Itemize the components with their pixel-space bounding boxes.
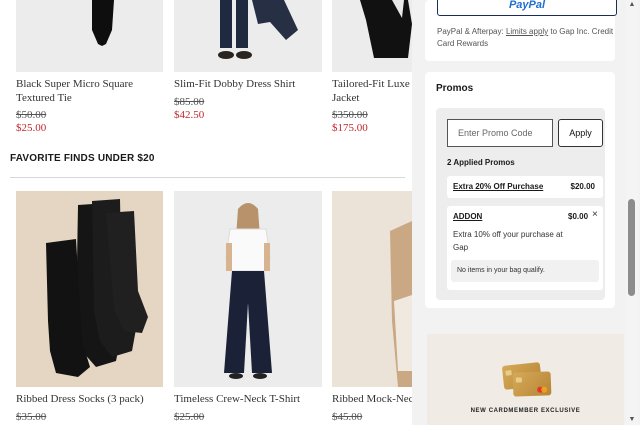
product-image-socks[interactable]: [16, 191, 163, 387]
original-price: $45.00: [332, 411, 363, 423]
product-image-jacket[interactable]: [332, 0, 412, 72]
close-icon[interactable]: ×: [592, 210, 598, 220]
promo-name-link[interactable]: Extra 20% Off Purchase: [453, 182, 543, 191]
credit-card-icon: [512, 371, 552, 397]
note-prefix: PayPal & Afterpay:: [437, 27, 506, 36]
order-summary-panel: PayPal PayPal & Afterpay: Limits apply t…: [412, 0, 640, 425]
scrollbar-thumb[interactable]: [628, 199, 635, 296]
product-name[interactable]: Slim-Fit Dobby Dress Shirt: [174, 77, 322, 91]
vertical-scrollbar[interactable]: ▲ ▼: [626, 0, 638, 425]
cardmember-banner[interactable]: NEW CARDMEMBER EXCLUSIVE: [427, 334, 624, 425]
original-price: $85.00: [174, 96, 205, 108]
paypal-button[interactable]: PayPal: [437, 0, 617, 16]
sale-price: $42.50: [174, 109, 205, 121]
product-image-mock-neck[interactable]: [332, 191, 412, 387]
product-name[interactable]: Timeless Crew-Neck T-Shirt: [174, 392, 322, 406]
limits-apply-link[interactable]: Limits apply: [506, 27, 548, 36]
promos-title: Promos: [436, 83, 474, 94]
product-name[interactable]: Black Super Micro Square Textured Tie: [16, 77, 156, 105]
socks-image: [46, 199, 148, 377]
promo-code-input[interactable]: Enter Promo Code: [447, 119, 553, 147]
payment-options-card: PayPal PayPal & Afterpay: Limits apply t…: [425, 0, 617, 61]
model-trousers-image: [218, 0, 298, 59]
promos-card: Promos Enter Promo Code Apply 2 Applied …: [425, 72, 615, 308]
applied-promos-title: 2 Applied Promos: [447, 158, 515, 167]
scroll-down-icon[interactable]: ▼: [627, 416, 637, 423]
promo-amount: $20.00: [570, 182, 595, 191]
section-title: FAVORITE FINDS UNDER $20: [10, 153, 155, 164]
paypal-afterpay-note: PayPal & Afterpay: Limits apply to Gap I…: [437, 26, 617, 50]
scroll-up-icon[interactable]: ▲: [627, 1, 637, 8]
product-name[interactable]: Ribbed Dress Socks (3 pack): [16, 392, 163, 406]
section-divider: [10, 177, 405, 178]
cardmember-text: NEW CARDMEMBER EXCLUSIVE: [470, 408, 581, 414]
product-image-tie[interactable]: [16, 0, 163, 72]
original-price: $25.00: [174, 411, 205, 423]
product-recommendations: Black Super Micro Square Textured Tie $5…: [0, 0, 412, 425]
original-price: $350.00: [332, 109, 368, 121]
model-mock-neck-image: [390, 221, 412, 387]
model-tshirt-image: [224, 203, 272, 379]
paypal-label: PayPal: [508, 0, 546, 11]
product-name[interactable]: Tailored-Fit Luxe Jacket: [332, 77, 412, 105]
tie-image: [92, 0, 114, 46]
applied-promo-item: Extra 20% Off Purchase $20.00: [447, 176, 603, 198]
promos-container: Enter Promo Code Apply 2 Applied Promos …: [436, 108, 605, 300]
product-name[interactable]: Ribbed Mock-Neck: [332, 392, 412, 406]
product-image-dress-shirt[interactable]: [174, 0, 322, 72]
product-image-tshirt[interactable]: [174, 191, 322, 387]
sale-price: $175.00: [332, 122, 368, 134]
jacket-image: [360, 0, 412, 58]
promo-description: Extra 10% off your purchase at Gap: [453, 230, 563, 252]
original-price: $50.00: [16, 109, 47, 121]
apply-button[interactable]: Apply: [558, 119, 603, 147]
sale-price: $25.00: [16, 122, 47, 134]
applied-promo-item: ADDON $0.00 × Extra 10% off your purchas…: [447, 206, 603, 290]
promo-name-link[interactable]: ADDON: [453, 212, 482, 221]
promo-amount: $0.00: [568, 212, 589, 221]
promo-qualify-note: No items in your bag qualify.: [451, 260, 599, 282]
original-price: $35.00: [16, 411, 47, 423]
